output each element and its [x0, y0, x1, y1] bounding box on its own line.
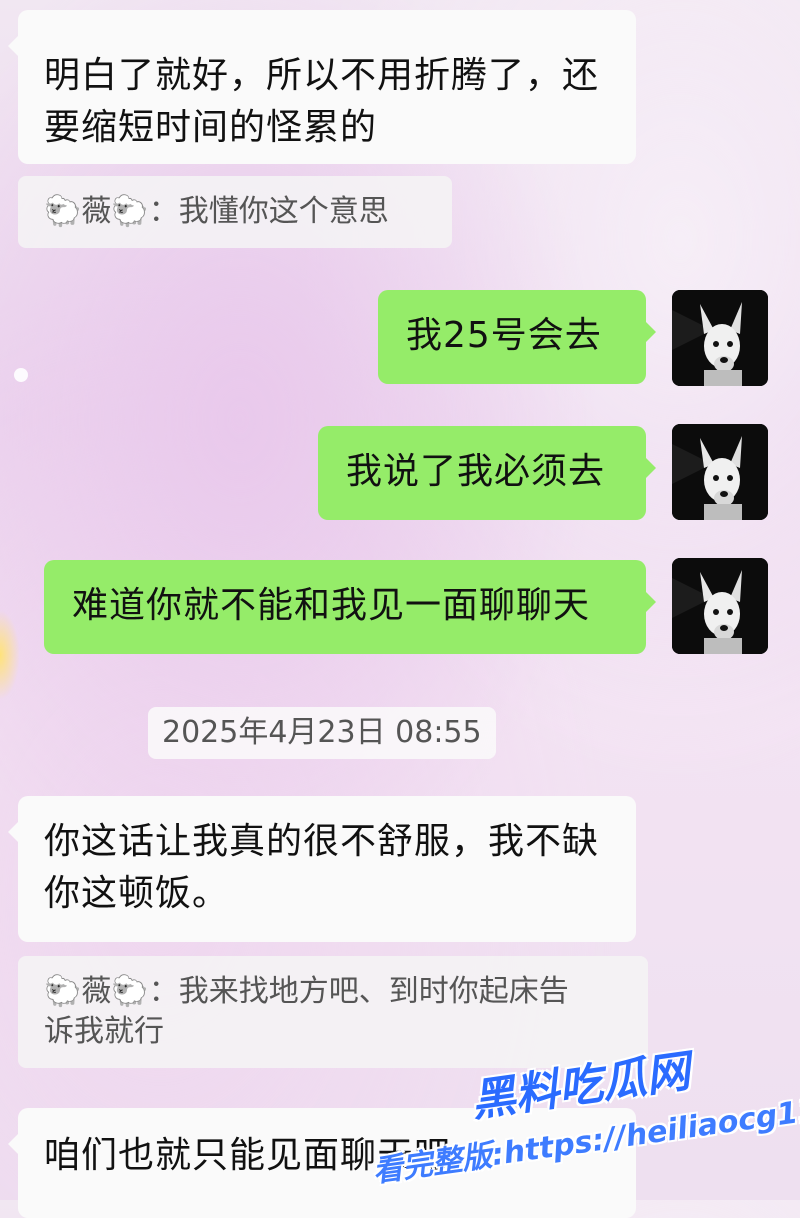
message-text-line: 你这话让我真的很不舒服，我不缺 [44, 821, 600, 862]
quoted-sender-separator: ： [148, 194, 179, 229]
watermark: 黑料吃瓜网 看完整版:https://heiliaocg11.com [370, 1040, 800, 1200]
outgoing-message-bubble[interactable]: 我25号会去 [378, 290, 656, 384]
user-avatar[interactable] [672, 558, 768, 654]
message-text-line: 明白了就好，所以不用折腾了，还 [44, 55, 600, 96]
quoted-text: 我懂你这个意思 [178, 194, 389, 229]
message-text: 我说了我必须去 [346, 451, 606, 492]
message-text: 我25号会去 [406, 315, 602, 356]
background-speck [14, 368, 28, 382]
user-avatar[interactable] [672, 290, 768, 386]
watermark-cta: 看完整版: [370, 1136, 507, 1190]
message-text-line: 你这顿饭。 [44, 873, 230, 914]
message-text-line: 要缩短时间的怪累的 [44, 107, 378, 148]
quoted-sender-separator: ： [148, 974, 179, 1009]
background-glow [0, 610, 20, 700]
dog-photo-avatar-icon [672, 424, 768, 520]
outgoing-message-bubble[interactable]: 难道你就不能和我见一面聊聊天 [44, 560, 656, 654]
quoted-text-line: 我来找地方吧、到时你起床告 [178, 974, 569, 1009]
dog-photo-avatar-icon [672, 558, 768, 654]
incoming-message-bubble[interactable]: 明白了就好，所以不用折腾了，还 要缩短时间的怪累的 [8, 10, 636, 164]
quoted-sender-name: 🐑薇🐑 [44, 974, 149, 1009]
timestamp-divider: 2025年4月23日 08:55 [148, 707, 496, 759]
quoted-reply[interactable]: 🐑薇🐑：我懂你这个意思 [18, 176, 452, 248]
dog-photo-avatar-icon [672, 290, 768, 386]
outgoing-message-bubble[interactable]: 我说了我必须去 [318, 426, 656, 520]
incoming-message-bubble[interactable]: 你这话让我真的很不舒服，我不缺 你这顿饭。 [8, 796, 636, 942]
user-avatar[interactable] [672, 424, 768, 520]
message-text: 难道你就不能和我见一面聊聊天 [72, 585, 591, 626]
quoted-sender-name: 🐑薇🐑 [44, 194, 149, 229]
